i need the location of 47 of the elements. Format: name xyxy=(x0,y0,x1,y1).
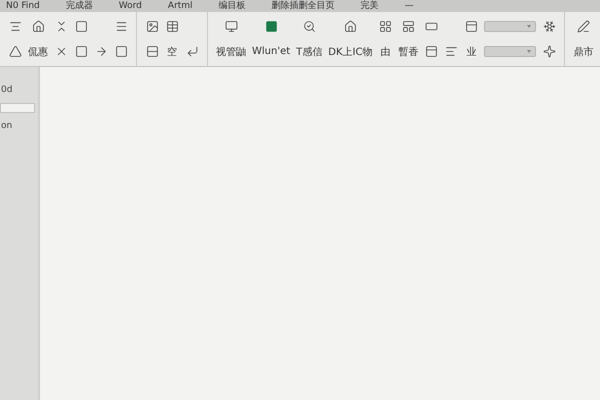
square-icon[interactable] xyxy=(74,45,88,58)
square-icon[interactable] xyxy=(114,45,128,58)
lines-icon[interactable] xyxy=(444,45,458,58)
toolbar-label[interactable]: 侃惠 xyxy=(28,44,48,58)
toolbar-label[interactable]: 视管鼬 xyxy=(216,44,246,58)
sidebar-text: on xyxy=(0,121,14,131)
pen-icon[interactable] xyxy=(576,20,590,33)
house-icon[interactable] xyxy=(344,20,357,33)
menu-item[interactable]: 完美 xyxy=(360,1,379,12)
dropdown-field[interactable] xyxy=(484,21,536,32)
menu-item[interactable]: Word xyxy=(118,1,142,12)
panel-icon[interactable] xyxy=(402,20,415,33)
menu-item[interactable]: Artml xyxy=(168,1,193,12)
align-icon[interactable] xyxy=(8,20,22,33)
grid-icon[interactable] xyxy=(378,20,392,33)
square-icon[interactable] xyxy=(74,20,88,33)
rectangle-icon[interactable] xyxy=(424,20,438,33)
menu-item[interactable]: 完成器 xyxy=(66,1,93,12)
image-icon[interactable] xyxy=(146,20,158,33)
snowflake-icon[interactable] xyxy=(542,20,556,33)
menu-item[interactable]: — xyxy=(404,1,414,12)
toolbar-label[interactable]: Wlun'et xyxy=(252,46,290,57)
menu-item[interactable]: N0 Find xyxy=(6,1,40,12)
arrow-right-icon[interactable] xyxy=(94,45,108,58)
filled-square-icon[interactable] xyxy=(264,20,278,33)
frame-icon[interactable] xyxy=(424,45,438,58)
return-icon[interactable] xyxy=(186,45,198,58)
search-icon[interactable] xyxy=(302,20,316,33)
toolbar-label[interactable]: 暫香 xyxy=(398,44,418,58)
toolbar-label[interactable]: 空 xyxy=(167,44,177,58)
monitor-icon[interactable] xyxy=(224,20,238,33)
toolbar-label[interactable]: 业 xyxy=(466,44,476,58)
menu-item[interactable]: 编目板 xyxy=(218,1,246,12)
menu-item[interactable]: 删除插删全目页 xyxy=(272,1,335,12)
rows-icon[interactable] xyxy=(146,45,158,58)
menu-icon[interactable] xyxy=(114,20,128,33)
toolbar-label[interactable]: 由 xyxy=(380,44,390,58)
toolbar-label[interactable]: 鼎市 xyxy=(573,44,594,58)
toolbar-label[interactable]: DK上IC物 xyxy=(328,44,372,58)
dropdown-field[interactable] xyxy=(484,46,536,57)
house-icon[interactable] xyxy=(32,20,44,33)
window-icon[interactable] xyxy=(464,20,478,33)
sparkle-icon[interactable] xyxy=(542,45,556,58)
input-field[interactable] xyxy=(0,103,35,113)
table-icon[interactable] xyxy=(166,20,178,33)
toolbar-label[interactable]: T感信 xyxy=(296,44,322,58)
sidebar-text: 0d xyxy=(0,85,14,95)
